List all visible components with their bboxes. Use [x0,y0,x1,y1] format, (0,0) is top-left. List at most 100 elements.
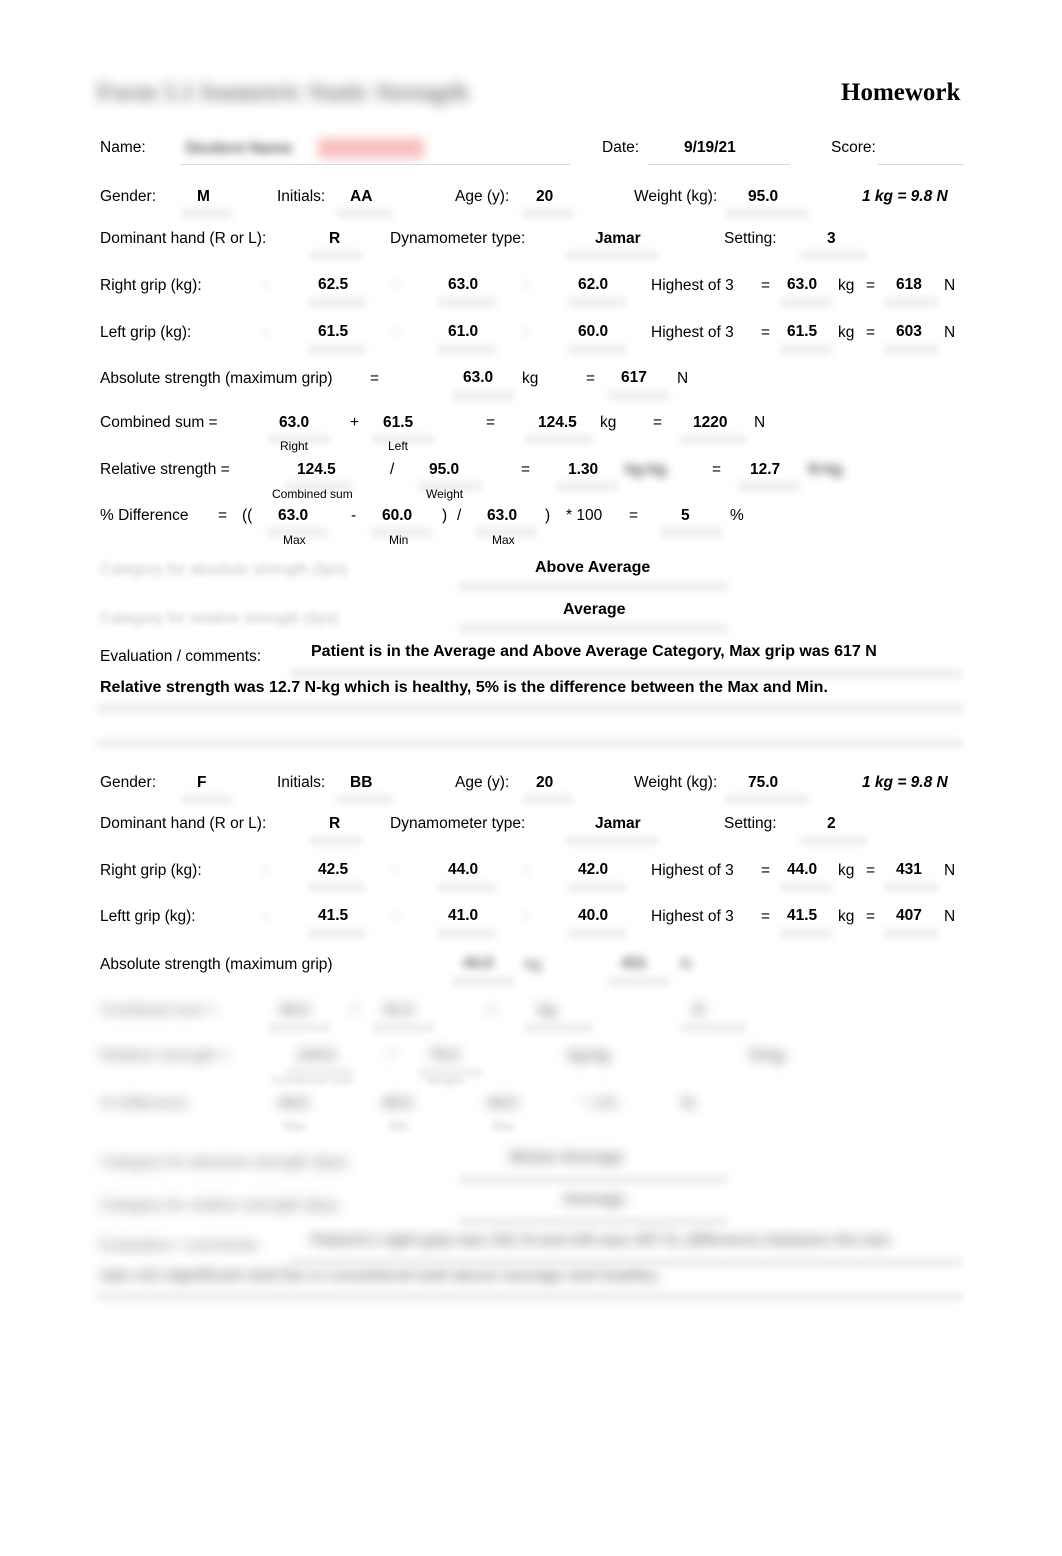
trial1-combined-eq1: = [486,414,496,431]
trial1-combined-n-unit: N [754,414,766,431]
trial2-right-grip-label: Right grip (kg): [100,862,202,879]
trial1-setting-value: 3 [827,230,836,247]
trial1-right-highest-n: 618 [896,276,922,293]
trial2-initials-rule [337,794,393,805]
trial2-gender-label: Gender: [100,774,157,791]
trial2-left-highest-n-rule [884,928,938,939]
trial1-pctdiff-max-value: 63.0 [278,507,309,524]
trial1-relative-combined-caption: Combined sum [272,487,353,501]
trial1-evaluation-rule1 [290,668,962,679]
trial1-relative-slash: / [390,461,395,478]
trial2-pctdiff-max2-caption: Max [492,1119,515,1133]
trial2-initials-value: BB [350,774,373,791]
trial2-dominant-label: Dominant hand (R or L): [100,815,267,832]
trial1-relative-nkg-unit: N-kg [808,461,843,478]
trial2-weight-rule [725,794,809,805]
trial2-right-trial1-value: 42.5 [318,861,349,878]
trial1-category-absolute-rule [458,581,728,592]
trial1-right-marker-1: 1. [262,278,273,292]
trial1-left-trial3-rule [568,344,626,355]
trial2-combined-label: Combined sum = [100,1002,218,1019]
trial2-setting-label: Setting: [724,815,777,832]
trial1-left-marker-1: 1. [262,325,273,339]
trial2-age-label: Age (y): [455,774,510,791]
trial2-category-relative-value: Average [563,1191,626,1208]
trial1-relative-combined-value: 124.5 [297,461,336,478]
trial2-combined-left-rule [372,1022,434,1033]
trial2-initials-label: Initials: [277,774,326,791]
trial2-left-highest-label: Highest of 3 [651,908,734,925]
trial2-category-absolute-value: Below Average [510,1149,624,1166]
trial2-absolute-n-rule [608,976,670,987]
trial1-pctdiff-eq1: = [629,507,639,524]
date-value: 9/19/21 [684,139,736,156]
trial1-right-highest-kg-rule [780,297,832,308]
trial2-pctdiff-times: * 100 [581,1095,618,1112]
trial1-gender-rule [182,208,232,219]
trial2-evaluation-rule1 [290,1257,962,1268]
trial2-combined-kg-rule [525,1022,593,1033]
trial2-left-kg-unit: kg [838,908,855,925]
trial1-left-marker-2: 2. [392,325,403,339]
trial1-category-absolute-value: Above Average [535,559,651,576]
trial2-left-eq2: = [866,908,876,925]
trial2-pctdiff-max-value: 44.0 [278,1095,309,1112]
trial2-absolute-kg-value: 44.0 [463,955,494,972]
trial1-evaluation-rule2 [97,703,963,714]
trial1-relative-ratio-value: 1.30 [568,461,599,478]
trial1-absolute-kg-unit: kg [522,370,539,387]
trial1-relative-eq2: = [712,461,722,478]
trial1-right-highest-label: Highest of 3 [651,277,734,294]
trial2-right-trial2-rule [438,882,496,893]
name-redaction-highlight [318,138,424,159]
trial1-initials-rule [337,208,393,219]
trial1-right-n-unit: N [944,277,956,294]
trial2-age-rule [522,794,574,805]
trial1-combined-label: Combined sum = [100,414,218,431]
trial1-pctdiff-close1: ) [442,507,448,524]
trial2-relative-combined-rule [285,1067,353,1078]
trial2-combined-kg-value: kg [538,1002,557,1019]
trial1-gender-value: M [197,188,210,205]
header-homework-label: Homework [841,79,961,106]
trial2-right-highest-kg-rule [780,882,832,893]
trial1-right-trial2-rule [438,297,496,308]
trial1-right-eq1: = [761,277,771,294]
trial1-combined-eq2: = [653,414,663,431]
trial2-left-trial1-value: 41.5 [318,907,349,924]
trial1-relative-nkg-value: 12.7 [750,461,781,478]
trial2-relative-label: Relative strength = [100,1047,230,1064]
date-rule [648,164,790,165]
trial2-left-grip-label: Leftt grip (kg): [100,908,196,925]
trial1-pctdiff-max-caption: Max [283,533,306,547]
trial1-relative-label: Relative strength = [100,461,230,478]
trial1-combined-n-rule [680,434,746,445]
trial1-pctdiff-slash: / [457,507,462,524]
trial1-combined-left-caption: Left [388,439,409,453]
trial2-right-kg-unit: kg [838,862,855,879]
trial1-right-marker-2: 2. [392,278,403,292]
trial1-combined-plus: + [350,414,360,431]
trial1-category-relative-value: Average [563,601,626,618]
trial1-evaluation-rule3 [97,738,963,749]
trial2-evaluation-line2: was not significant and the is considere… [100,1267,660,1284]
name-label: Name: [100,139,146,156]
trial2-absolute-kg-rule [452,976,514,987]
trial1-relative-ratio-unit: kg-kg [625,461,667,478]
trial2-left-trial3-rule [568,928,626,939]
trial1-pctdiff-max2-caption: Max [492,533,515,547]
trial2-right-trial1-rule [308,882,366,893]
trial1-gender-label: Gender: [100,188,157,205]
trial2-pctdiff-result: % [681,1095,695,1112]
trial1-pctdiff-label: % Difference [100,507,189,524]
trial1-dynamometer-value: Jamar [595,230,641,247]
score-rule [878,164,964,165]
trial1-combined-right-caption: Right [280,439,309,453]
trial2-gender-rule [182,794,232,805]
trial2-relative-ratio-value: kg-kg [568,1047,610,1064]
trial1-dominant-value: R [329,230,341,247]
trial2-pctdiff-max2-value: 44.0 [487,1095,518,1112]
trial2-left-n-unit: N [944,908,956,925]
trial2-right-highest-kg: 44.0 [787,861,818,878]
trial2-weight-value: 75.0 [748,774,779,791]
